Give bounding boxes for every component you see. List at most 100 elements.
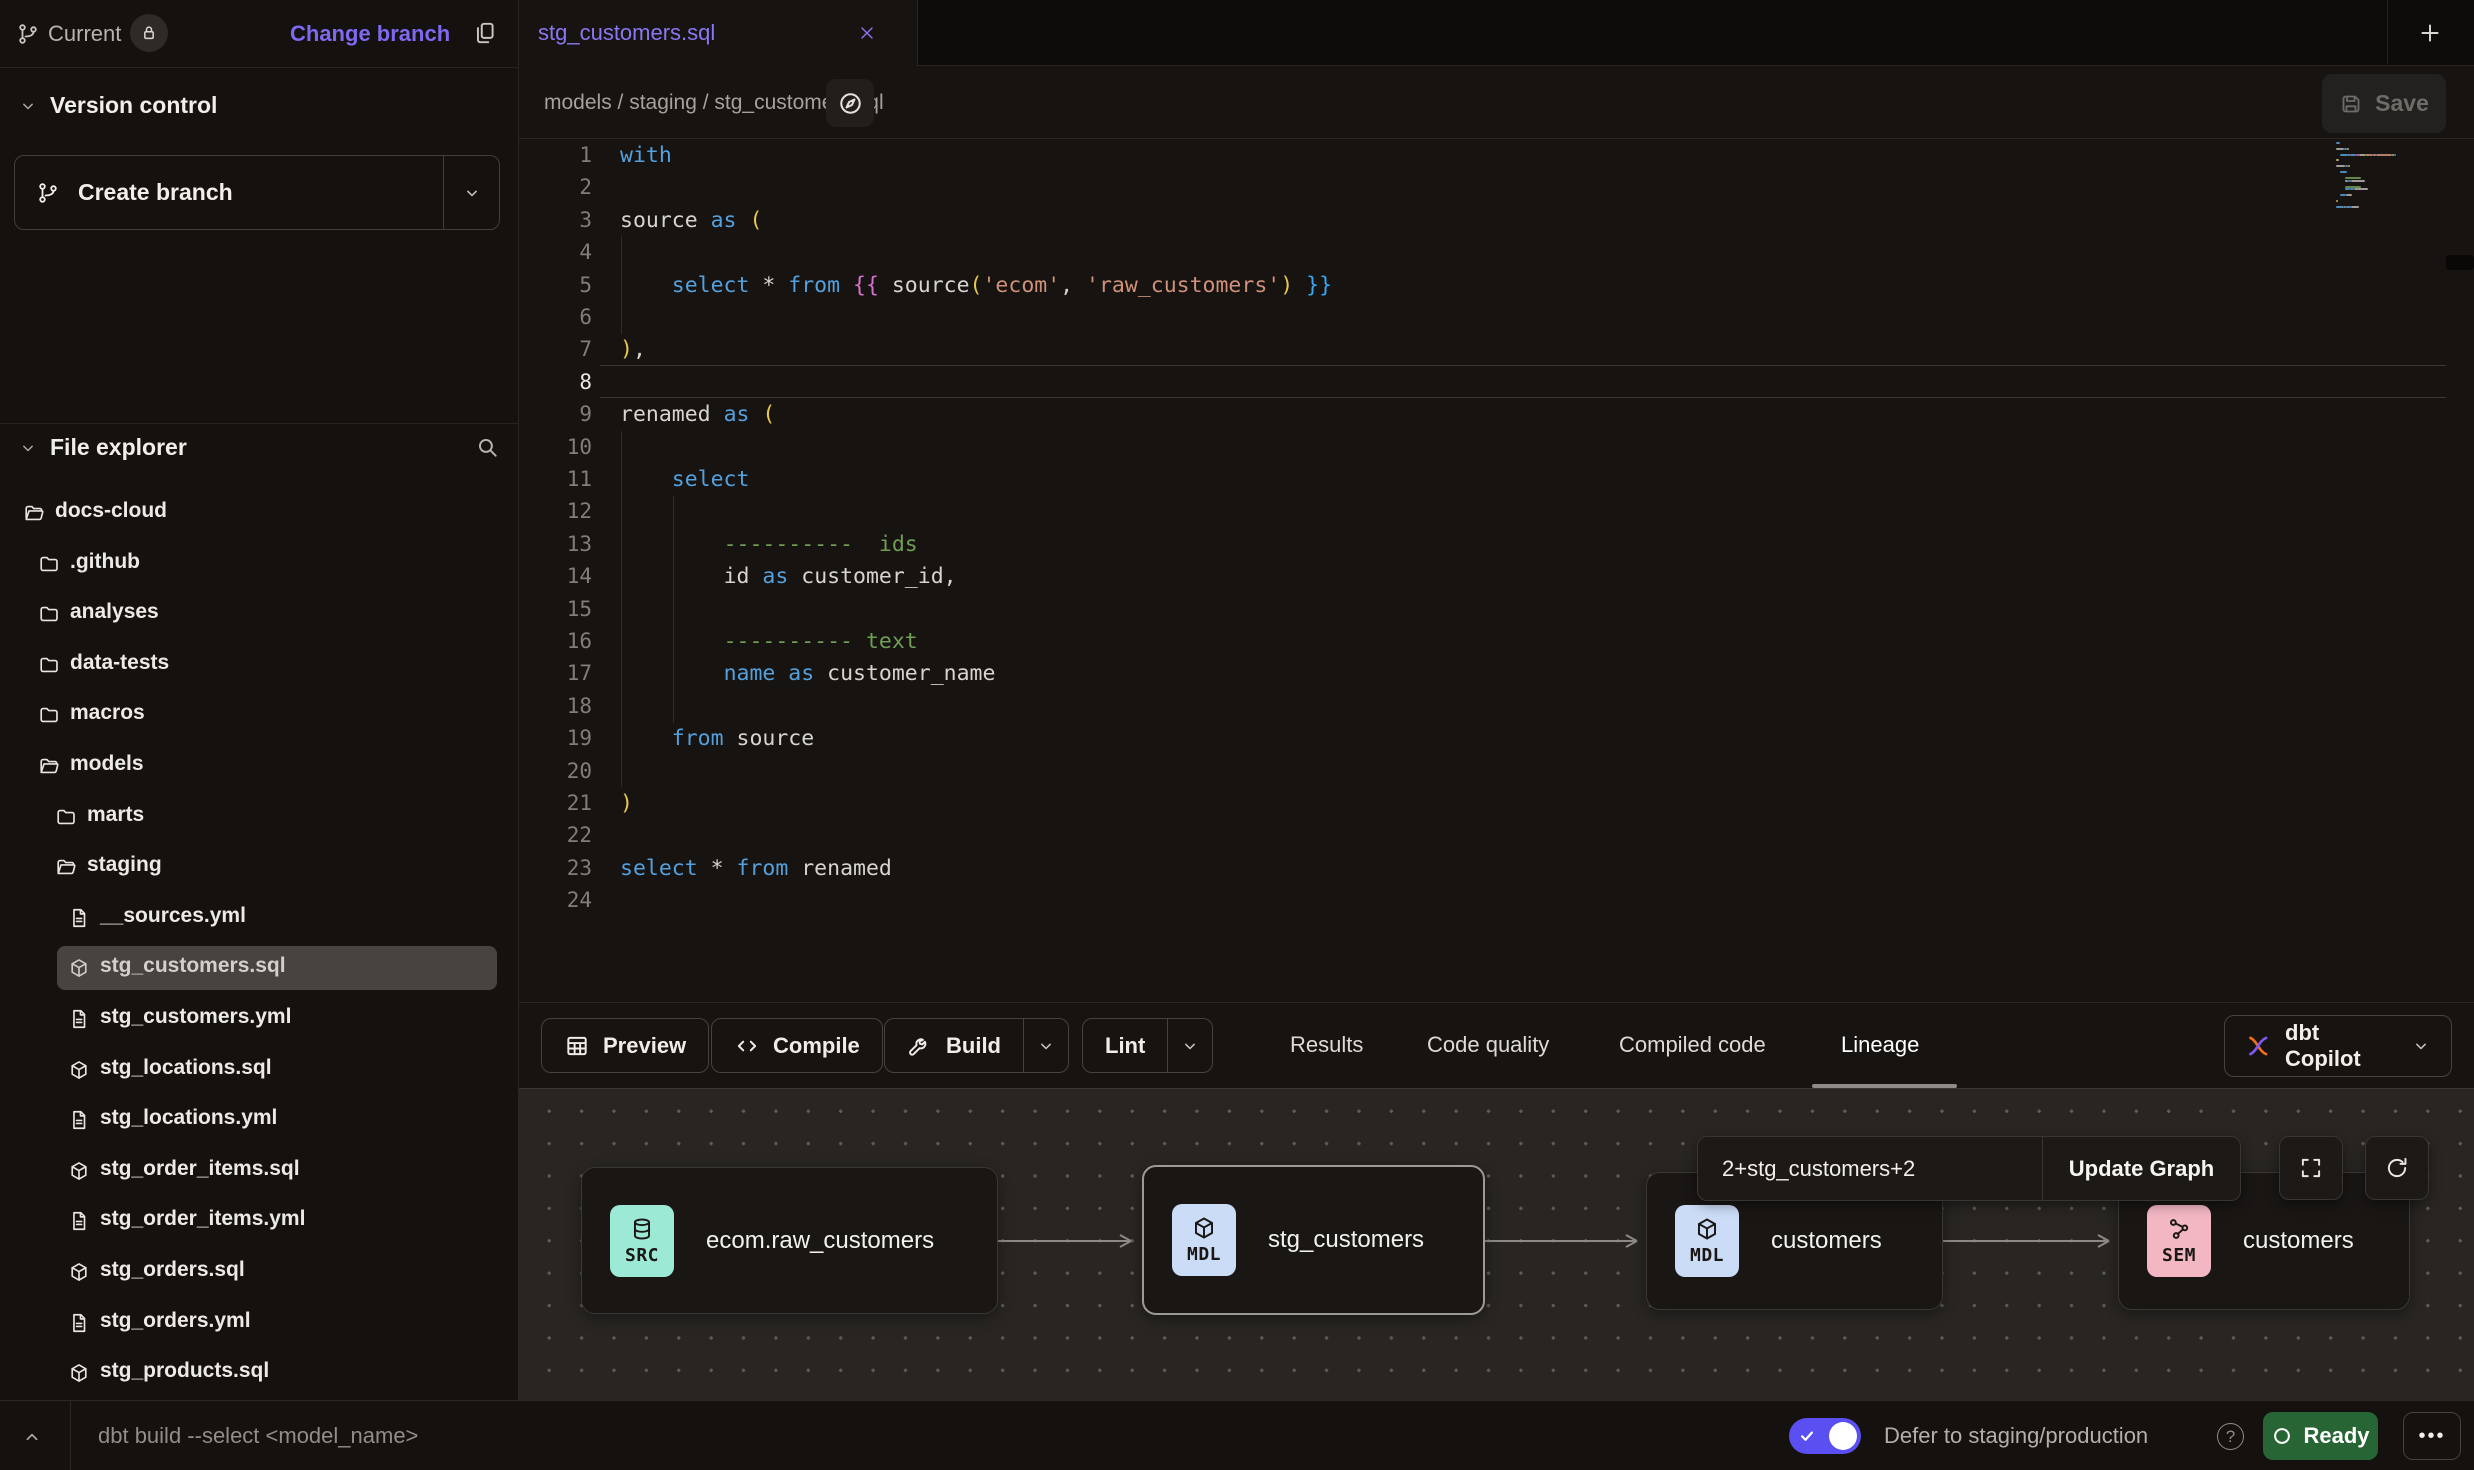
- copy-icon[interactable]: [472, 20, 498, 46]
- node-badge-src: SRC: [610, 1205, 674, 1277]
- tree-item-label: stg_order_items.yml: [100, 1207, 305, 1231]
- tab-title: stg_customers.sql: [538, 0, 715, 66]
- close-icon[interactable]: [852, 18, 882, 48]
- minimap-line: [2346, 194, 2353, 196]
- panel-tab-lineage[interactable]: Lineage: [1841, 1003, 1919, 1087]
- tab-bar: [918, 0, 2474, 66]
- preview-button[interactable]: Preview: [541, 1018, 709, 1073]
- command-input[interactable]: dbt build --select <model_name>: [98, 1401, 418, 1470]
- build-button[interactable]: Build: [884, 1018, 1069, 1073]
- code-line: renamed as (: [620, 398, 775, 431]
- line-number: 20: [520, 755, 592, 788]
- create-branch-dropdown[interactable]: [443, 156, 499, 229]
- chevron-up-icon[interactable]: [14, 1419, 50, 1455]
- divider: [0, 423, 518, 424]
- tree-item--sources-yml[interactable]: __sources.yml: [0, 896, 519, 940]
- tree-item-stg-order-items-sql[interactable]: stg_order_items.sql: [0, 1149, 519, 1193]
- minimap-line: [2336, 142, 2340, 144]
- minimap-line: [2336, 206, 2344, 208]
- cube-icon: [1191, 1215, 1217, 1241]
- folder-icon: [55, 806, 77, 828]
- new-tab-button[interactable]: [2404, 10, 2456, 56]
- database-icon: [629, 1216, 655, 1242]
- scrollbar-marker[interactable]: [2446, 255, 2474, 270]
- more-options-button[interactable]: •••: [2403, 1412, 2461, 1460]
- sem-icon: [2166, 1216, 2192, 1242]
- tree-item-marts[interactable]: marts: [0, 795, 519, 839]
- change-branch-link[interactable]: Change branch: [290, 21, 450, 47]
- minimap-line: [2336, 165, 2345, 167]
- node-label: ecom.raw_customers: [706, 1227, 934, 1255]
- create-branch-button[interactable]: Create branch: [14, 155, 500, 230]
- tree-item-stg-orders-sql[interactable]: stg_orders.sql: [0, 1250, 519, 1294]
- minimap-line: [2337, 159, 2339, 161]
- lineage-selector-input[interactable]: 2+stg_customers+2: [1698, 1137, 2042, 1200]
- panel-tab-results[interactable]: Results: [1290, 1003, 1363, 1087]
- code-line: from source: [620, 722, 814, 755]
- search-icon[interactable]: [474, 434, 500, 460]
- tree-item-docs-cloud[interactable]: docs-cloud: [0, 491, 519, 535]
- panel-action-bar: Preview Compile Build Lint Results Code q…: [519, 1002, 2474, 1088]
- line-number: 2: [520, 171, 592, 204]
- lineage-node-stg-customers[interactable]: MDLstg_customers: [1142, 1165, 1485, 1315]
- help-icon[interactable]: ?: [2217, 1423, 2244, 1450]
- line-number: 9: [520, 398, 592, 431]
- panel-tab-compiled-code[interactable]: Compiled code: [1619, 1003, 1766, 1087]
- tree-item-label: docs-cloud: [55, 499, 167, 523]
- compile-button[interactable]: Compile: [711, 1018, 883, 1073]
- minimap-line: [2354, 188, 2368, 190]
- tree-item-data-tests[interactable]: data-tests: [0, 643, 519, 687]
- update-graph-button[interactable]: Update Graph: [2042, 1137, 2240, 1200]
- badge-label: SRC: [625, 1245, 659, 1266]
- panel-tab-code-quality[interactable]: Code quality: [1427, 1003, 1549, 1087]
- tree-item-stg-locations-sql[interactable]: stg_locations.sql: [0, 1048, 519, 1092]
- line-number: 5: [520, 269, 592, 302]
- tree-item-stg-customers-sql[interactable]: stg_customers.sql: [0, 946, 519, 990]
- line-number: 22: [520, 819, 592, 852]
- line-number: 7: [520, 333, 592, 366]
- tree-item-stg-products-sql[interactable]: stg_products.sql: [0, 1351, 519, 1395]
- tree-item-stg-order-items-yml[interactable]: stg_order_items.yml: [0, 1199, 519, 1243]
- compile-label: Compile: [773, 1033, 860, 1059]
- badge-label: MDL: [1690, 1245, 1724, 1266]
- node-badge-mdl: MDL: [1172, 1204, 1236, 1276]
- minimap-line: [2359, 154, 2366, 156]
- minimap[interactable]: [2336, 142, 2448, 232]
- tree-item-label: stg_locations.sql: [100, 1056, 272, 1080]
- tree-item-staging[interactable]: staging: [0, 845, 519, 889]
- compass-icon[interactable]: [826, 79, 874, 127]
- defer-toggle[interactable]: [1789, 1418, 1861, 1454]
- code-editor[interactable]: 1with23source as (45 select * from {{ so…: [519, 139, 2474, 1002]
- tree-item-macros[interactable]: macros: [0, 693, 519, 737]
- chevron-down-icon: [2411, 1036, 2431, 1056]
- tree-item--github[interactable]: .github: [0, 542, 519, 586]
- lineage-node-ecom-raw-customers[interactable]: SRC ecom.raw_customers: [581, 1167, 998, 1314]
- folder-icon: [38, 704, 60, 726]
- fullscreen-button[interactable]: [2279, 1136, 2343, 1200]
- lock-icon: [130, 14, 168, 52]
- code-line: name as customer_name: [620, 657, 995, 690]
- line-number: 16: [520, 625, 592, 658]
- version-control-chevron-icon[interactable]: [18, 96, 38, 116]
- lineage-canvas[interactable]: SRCecom.raw_customersMDLstg_customersMDL…: [519, 1088, 2474, 1400]
- save-button[interactable]: Save: [2322, 74, 2446, 133]
- code-line: id as customer_id,: [620, 560, 957, 593]
- tree-item-stg-locations-yml[interactable]: stg_locations.yml: [0, 1098, 519, 1142]
- tree-item-analyses[interactable]: analyses: [0, 592, 519, 636]
- minimap-line: [2336, 148, 2344, 150]
- code-line: ): [620, 787, 633, 820]
- tab-stg-customers[interactable]: stg_customers.sql: [519, 0, 918, 66]
- tree-item-stg-customers-yml[interactable]: stg_customers.yml: [0, 997, 519, 1041]
- line-number: 24: [520, 884, 592, 917]
- tree-item-label: staging: [87, 853, 162, 877]
- file-explorer-chevron-icon[interactable]: [18, 438, 38, 458]
- build-dropdown[interactable]: [1023, 1019, 1068, 1072]
- refresh-button[interactable]: [2365, 1136, 2429, 1200]
- lint-button[interactable]: Lint: [1082, 1018, 1213, 1073]
- tree-item-models[interactable]: models: [0, 744, 519, 788]
- file-explorer-title: File explorer: [50, 434, 187, 461]
- ready-status-button[interactable]: Ready: [2263, 1412, 2378, 1460]
- dbt-copilot-button[interactable]: dbt Copilot: [2224, 1015, 2452, 1077]
- lint-dropdown[interactable]: [1167, 1019, 1212, 1072]
- tree-item-stg-orders-yml[interactable]: stg_orders.yml: [0, 1301, 519, 1345]
